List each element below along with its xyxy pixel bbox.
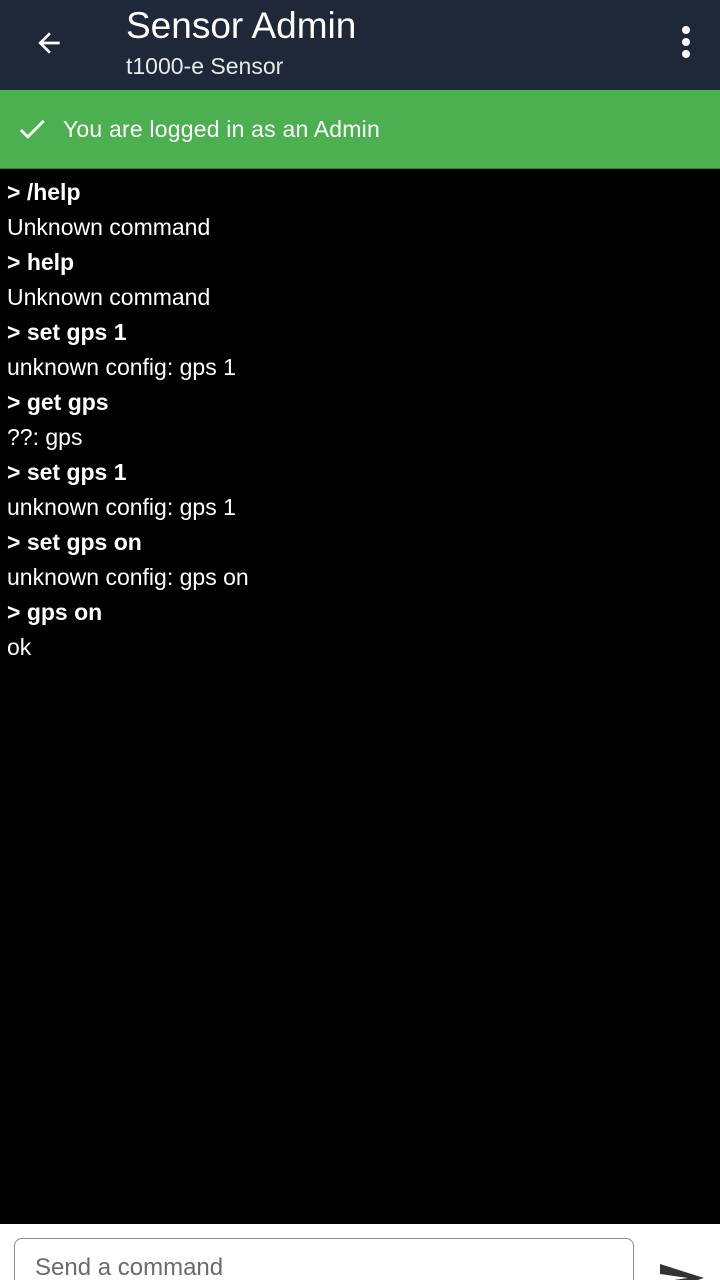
- console-output-line: unknown config: gps on: [7, 564, 249, 590]
- console-command-line: > set gps on: [7, 529, 142, 555]
- command-input[interactable]: [14, 1238, 634, 1280]
- console-output-line: ??: gps: [7, 424, 83, 450]
- checkmark-icon: [14, 111, 50, 147]
- console-output-line: Unknown command: [7, 284, 211, 310]
- sensor-admin-screen: Sensor Admin t1000-e Sensor You are logg…: [0, 0, 720, 1280]
- console-output-line: unknown config: gps 1: [7, 494, 236, 520]
- more-vertical-icon: [682, 26, 690, 58]
- console-command-line: > help: [7, 249, 75, 275]
- page-title: Sensor Admin: [126, 5, 357, 46]
- page-subtitle: t1000-e Sensor: [126, 53, 284, 79]
- console-command-line: > set gps 1: [7, 459, 127, 485]
- console-output-line: Unknown command: [7, 214, 211, 240]
- banner-message: You are logged in as an Admin: [63, 115, 380, 142]
- command-input-bar: [0, 1224, 720, 1280]
- console-output-line: ok: [7, 634, 32, 660]
- send-icon: [660, 1264, 704, 1280]
- console-output-line: unknown config: gps 1: [7, 354, 236, 380]
- overflow-menu-button[interactable]: [666, 16, 706, 68]
- console-log: > /help Unknown command > help Unknown c…: [0, 175, 720, 1215]
- console-command-line: > get gps: [7, 389, 109, 415]
- title-block: Sensor Admin t1000-e Sensor: [126, 0, 356, 80]
- console-command-line: > /help: [7, 179, 81, 205]
- console-command-line: > gps on: [7, 599, 103, 625]
- console-command-line: > set gps 1: [7, 319, 127, 345]
- app-bar: Sensor Admin t1000-e Sensor: [0, 0, 720, 90]
- send-button[interactable]: [652, 1254, 712, 1280]
- arrow-left-icon: [38, 32, 60, 54]
- back-button[interactable]: [20, 14, 78, 72]
- admin-status-banner: You are logged in as an Admin: [0, 90, 720, 169]
